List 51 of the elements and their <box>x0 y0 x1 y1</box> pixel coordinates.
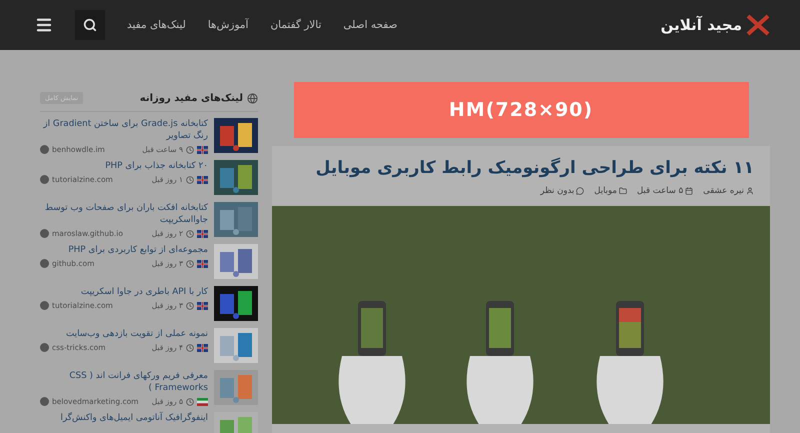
ad-banner[interactable]: HM(728×90) <box>294 82 748 138</box>
comments-link[interactable]: بدون نظر <box>540 186 584 196</box>
globe-icon <box>247 92 258 104</box>
nav-link[interactable]: آموزش‌ها <box>208 19 248 31</box>
link-title[interactable]: مجموعه‌ای از توابع کاربردی برای PHP <box>40 244 208 256</box>
flag-icon <box>197 398 208 406</box>
site-icon <box>40 343 49 352</box>
site-icon <box>40 301 49 310</box>
site-icon <box>40 175 49 184</box>
link-title[interactable]: معرفی فریم ورکهای فرانت اند ( CSS Frameworks ) <box>40 370 208 394</box>
link-title[interactable]: کار با API باطری در جاوا اسکریپت <box>40 286 208 298</box>
clock-icon <box>186 230 194 238</box>
clock-icon <box>186 344 194 352</box>
flag-icon <box>197 176 208 184</box>
link-title[interactable]: اینفوگرافیک آناتومی ایمیل‌های واکنش‌گرا <box>40 412 208 424</box>
sidebar-title: لینک‌های مفید روزانه <box>140 92 243 104</box>
search-icon <box>83 18 97 32</box>
site-icon <box>40 229 49 238</box>
flag-icon <box>197 146 208 154</box>
article-title[interactable]: ۱۱ نکته برای طراحی ارگونومیک رابط کاربری موبایل <box>272 146 770 178</box>
category-link[interactable]: موبایل <box>594 186 627 196</box>
flag-icon <box>197 230 208 238</box>
clock-icon <box>186 260 194 268</box>
menu-icon <box>35 16 53 34</box>
logo[interactable]: مجید آنلاین <box>660 16 742 34</box>
site-icon <box>40 145 49 154</box>
flag-icon <box>197 344 208 352</box>
date-label: ۵ ساعت قبل <box>636 186 694 196</box>
flag-icon <box>197 260 208 268</box>
clock-icon <box>186 302 194 310</box>
logo-icon <box>746 14 770 36</box>
nav-link[interactable]: تالار گفتمان <box>270 19 322 31</box>
comment-icon <box>576 187 584 195</box>
site-icon <box>40 397 49 406</box>
site-icon <box>40 259 49 268</box>
link-title[interactable]: کتابخانه Grade.js برای ساختن Gradient از رنگ تصاویر <box>40 118 208 142</box>
nav-link[interactable]: صفحه اصلی <box>343 19 398 31</box>
folder-icon <box>618 187 627 195</box>
menu-button[interactable] <box>35 16 53 34</box>
clock-icon <box>186 146 194 154</box>
user-icon <box>746 187 754 195</box>
search-button[interactable] <box>75 10 105 40</box>
clock-icon <box>186 398 194 406</box>
flag-icon <box>197 302 208 310</box>
link-title[interactable]: کتابخانه افکت باران برای صفحات وب توسط جاوااسکریپت <box>40 202 208 226</box>
clock-icon <box>186 176 194 184</box>
nav-link[interactable]: لینک‌های مفید <box>127 19 186 31</box>
link-title[interactable]: ۲۰ کتابخانه جذاب برای PHP <box>40 160 208 172</box>
link-title[interactable]: نمونه عملی از تقویت بازدهی وب‌سایت <box>40 328 208 340</box>
author-label: نیره عشقی <box>703 186 754 196</box>
calendar-icon <box>685 187 694 195</box>
